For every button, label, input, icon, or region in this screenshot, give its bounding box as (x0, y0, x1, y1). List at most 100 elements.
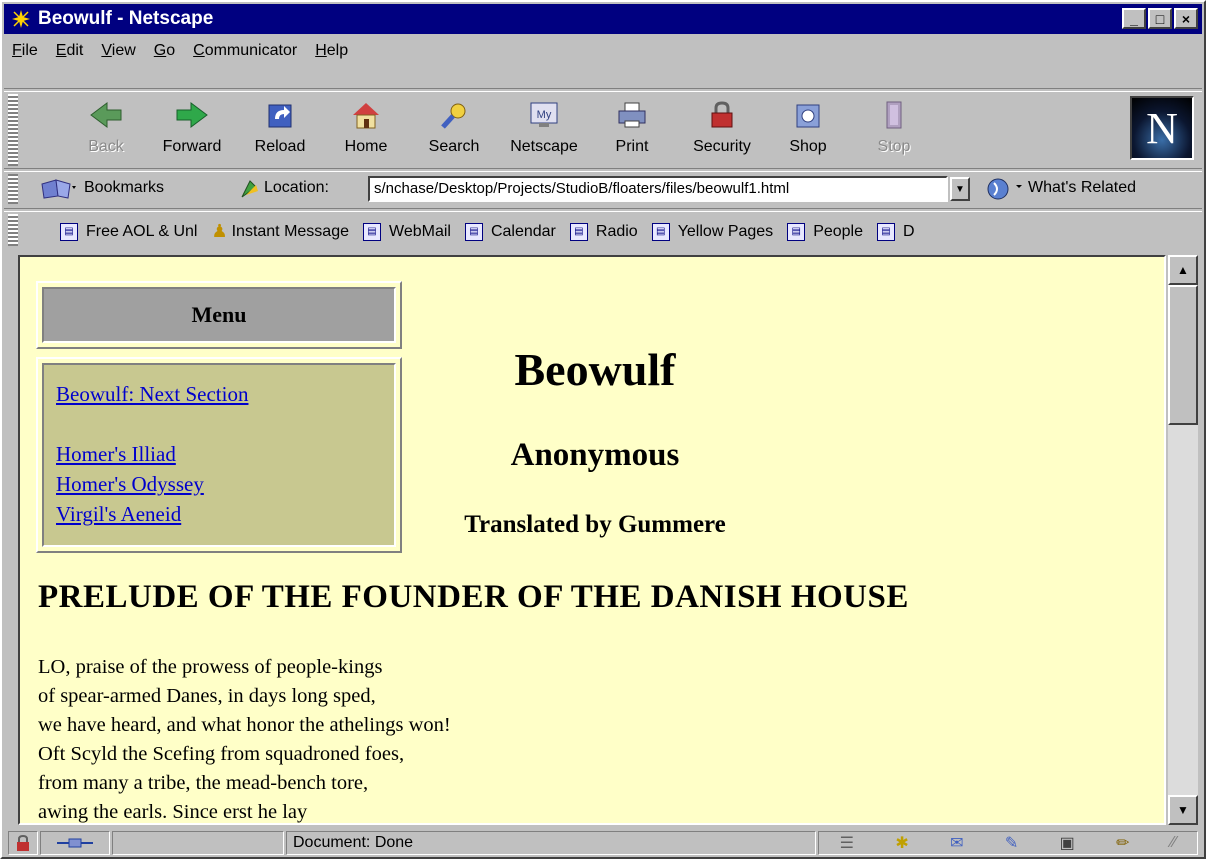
bookmark-page-icon: ▤ (569, 222, 588, 241)
link-beowulf-next-section[interactable]: Beowulf: Next Section (56, 379, 382, 409)
component-bar: ☰ ✱ ✉ ✎ ▣ ✏ ⁄⁄ (818, 831, 1198, 855)
bookmark-free-aol[interactable]: ▤ Free AOL & Unl (60, 222, 197, 241)
browser-window: Beowulf - Netscape _ □ × File Edit View … (0, 0, 1206, 859)
link-virgils-aeneid[interactable]: Virgil's Aeneid (56, 499, 382, 529)
toolbar-grip[interactable] (8, 174, 18, 204)
location-icon (241, 180, 258, 198)
poem-line: of spear-armed Danes, in days long sped, (38, 685, 376, 707)
reload-icon (262, 98, 298, 132)
status-text: Document: Done (286, 831, 816, 855)
mail-icon[interactable]: ✱ (895, 833, 908, 853)
author-heading: Anonymous (510, 437, 680, 473)
poem-line: awing the earls. Since erst he lay (38, 801, 308, 823)
toolbar-grip[interactable] (8, 94, 18, 166)
scroll-thumb[interactable] (1168, 285, 1198, 425)
poem-text: LO, praise of the prowess of people-king… (38, 653, 451, 823)
poem-line: LO, praise of the prowess of people-king… (38, 656, 383, 678)
location-label: Location: (264, 179, 329, 196)
page-title: Beowulf (514, 344, 676, 395)
menu-communicator[interactable]: Communicator (193, 42, 297, 60)
home-button[interactable]: Home (326, 98, 406, 164)
progress-area (112, 831, 284, 855)
shop-icon (790, 98, 826, 132)
stop-button[interactable]: Stop (854, 98, 934, 164)
bookmark-calendar[interactable]: ▤ Calendar (464, 222, 556, 241)
section-heading: PRELUDE OF THE FOUNDER OF THE DANISH HOU… (38, 579, 909, 615)
back-button[interactable]: Back (66, 98, 146, 164)
maximize-button[interactable]: □ (1148, 8, 1172, 29)
security-status-icon[interactable] (8, 831, 38, 855)
home-icon (348, 98, 384, 132)
bookmark-page-icon: ▤ (464, 222, 483, 241)
pen-icon[interactable]: ✏ (1116, 833, 1129, 853)
title-bar: Beowulf - Netscape _ □ × (4, 4, 1202, 34)
menu-edit[interactable]: Edit (56, 42, 84, 60)
translator-heading: Translated by Gummere (464, 511, 726, 538)
person-icon: ♟ (211, 221, 228, 241)
bookmark-instant-message[interactable]: ♟ Instant Message (211, 221, 349, 242)
menu-file[interactable]: File (12, 42, 38, 60)
bookmark-radio[interactable]: ▤ Radio (569, 222, 638, 241)
netscape-app-icon (10, 8, 32, 30)
bookmark-webmail[interactable]: ▤ WebMail (363, 222, 451, 241)
url-dropdown-button[interactable]: ▼ (950, 177, 970, 201)
print-icon (614, 98, 650, 132)
scroll-up-button[interactable]: ▲ (1168, 255, 1198, 285)
scroll-down-button[interactable]: ▼ (1168, 795, 1198, 825)
addressbook-icon[interactable]: ▣ (1060, 833, 1075, 853)
poem-line: from many a tribe, the mead-bench tore, (38, 772, 369, 794)
stop-icon (876, 98, 912, 132)
netscape-icon: My (526, 98, 562, 132)
svg-text:My: My (537, 109, 552, 121)
security-lock-icon (704, 98, 740, 132)
close-button[interactable]: × (1174, 8, 1198, 29)
search-button[interactable]: Search (414, 98, 494, 164)
bookmarks-icon (41, 179, 76, 199)
minimize-button[interactable]: _ (1122, 8, 1146, 29)
link-homers-odyssey[interactable]: Homer's Odyssey (56, 469, 382, 499)
netscape-logo[interactable]: N (1130, 96, 1194, 160)
composer-icon[interactable]: ✎ (1005, 833, 1018, 853)
shop-button[interactable]: Shop (768, 98, 848, 164)
bookmark-page-icon: ▤ (651, 222, 670, 241)
location-toolbar: Bookmarks Location: s/nchase/Desktop/Pro… (4, 170, 1202, 208)
bookmark-page-icon: ▤ (787, 222, 806, 241)
menu-go[interactable]: Go (154, 42, 175, 60)
navigator-icon[interactable]: ☰ (840, 833, 854, 853)
status-bar: Document: Done ☰ ✱ ✉ ✎ ▣ ✏ ⁄⁄ (4, 828, 1202, 857)
online-status-icon[interactable] (40, 831, 110, 855)
menu-help[interactable]: Help (315, 42, 348, 60)
bookmark-page-icon: ▤ (60, 222, 78, 241)
links-panel: Beowulf: Next Section Homer's Illiad Hom… (42, 363, 396, 547)
bookmark-yellow-pages[interactable]: ▤ Yellow Pages (651, 222, 773, 241)
bookmark-page-icon: ▤ (363, 222, 381, 241)
search-icon (436, 98, 472, 132)
resize-grip-icon[interactable]: ⁄⁄ (1171, 834, 1176, 852)
menu-frame: Menu (36, 281, 402, 349)
vertical-scrollbar[interactable]: ▲ ▼ (1168, 255, 1198, 825)
navigation-toolbar: Back Forward Reload Home Search My Netsc… (4, 92, 1202, 170)
netscape-button[interactable]: My Netscape (504, 98, 584, 164)
toolbar-grip[interactable] (8, 214, 18, 246)
menu-bar: File Edit View Go Communicator Help (4, 36, 1202, 66)
whats-related-button[interactable]: What's Related (1028, 179, 1136, 197)
window-title: Beowulf - Netscape (38, 8, 214, 29)
whats-related-icon (987, 178, 1022, 200)
print-button[interactable]: Print (592, 98, 672, 164)
reload-button[interactable]: Reload (240, 98, 320, 164)
url-field[interactable]: s/nchase/Desktop/Projects/StudioB/floate… (368, 176, 948, 202)
bookmark-people[interactable]: ▤ People (787, 222, 863, 241)
links-frame: Beowulf: Next Section Homer's Illiad Hom… (36, 357, 402, 553)
bookmark-d[interactable]: ▤ D (877, 222, 915, 241)
menu-view[interactable]: View (101, 42, 135, 60)
forward-button[interactable]: Forward (152, 98, 232, 164)
bookmark-page-icon: ▤ (877, 222, 896, 241)
link-homers-illiad[interactable]: Homer's Illiad (56, 439, 382, 469)
messenger-icon[interactable]: ✉ (950, 833, 963, 853)
bookmarks-button[interactable]: Bookmarks (84, 179, 164, 197)
menu-heading: Menu (42, 287, 396, 343)
poem-line: Oft Scyld the Scefing from squadroned fo… (38, 743, 405, 765)
security-button[interactable]: Security (682, 98, 762, 164)
back-arrow-icon (88, 98, 124, 132)
forward-arrow-icon (174, 98, 210, 132)
